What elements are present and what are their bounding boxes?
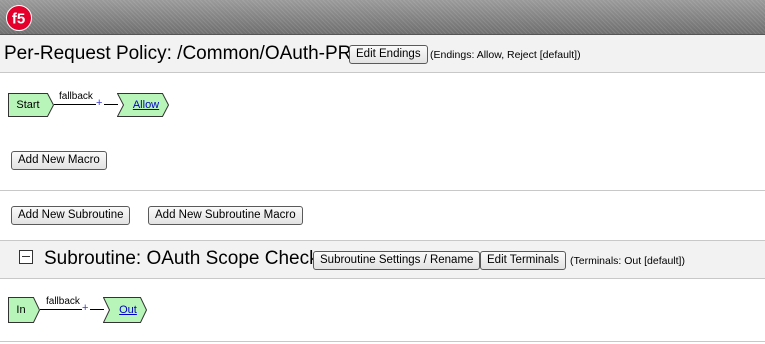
start-node[interactable]: Start <box>8 93 54 117</box>
branch-label-fallback: fallback <box>59 91 93 102</box>
terminals-note: (Terminals: Out [default]) <box>570 255 685 267</box>
branch-line-end <box>104 104 118 105</box>
out-terminal-link[interactable]: Out <box>109 299 147 321</box>
bottom-divider <box>0 341 765 342</box>
allow-node[interactable]: Allow <box>117 93 169 117</box>
edit-endings-button[interactable]: Edit Endings <box>349 45 428 64</box>
out-node[interactable]: Out <box>103 297 147 323</box>
subroutine-header: Subroutine: OAuth Scope Check Subroutine… <box>0 240 765 279</box>
allow-ending-link[interactable]: Allow <box>123 94 169 116</box>
subroutine-title: Subroutine: OAuth Scope Check <box>44 248 319 269</box>
insert-action-plus[interactable]: + <box>96 98 102 109</box>
subroutine-settings-button[interactable]: Subroutine Settings / Rename <box>313 251 481 270</box>
branch-line <box>54 104 96 105</box>
top-banner: f5 <box>0 0 765 35</box>
in-node-label: In <box>16 304 26 316</box>
sub-branch-line-end <box>90 309 104 310</box>
sub-branch-line <box>40 309 82 310</box>
start-node-label: Start <box>16 99 40 111</box>
f5-logo-text: f5 <box>12 11 25 28</box>
edit-terminals-button[interactable]: Edit Terminals <box>480 251 567 270</box>
collapse-icon[interactable] <box>19 250 33 264</box>
sub-insert-action-plus[interactable]: + <box>82 303 88 314</box>
add-new-subroutine-macro-button[interactable]: Add New Subroutine Macro <box>148 206 303 225</box>
policy-header: Per-Request Policy: /Common/OAuth-PRP Ed… <box>0 35 765 73</box>
sub-branch-label-fallback: fallback <box>46 296 80 307</box>
in-node[interactable]: In <box>8 297 40 323</box>
add-new-subroutine-button[interactable]: Add New Subroutine <box>11 206 131 225</box>
f5-logo: f5 <box>6 5 32 31</box>
endings-note: (Endings: Allow, Reject [default]) <box>430 49 581 61</box>
section-divider <box>0 190 765 191</box>
page-title: Per-Request Policy: /Common/OAuth-PRP <box>4 43 365 64</box>
add-new-macro-button[interactable]: Add New Macro <box>11 151 107 170</box>
